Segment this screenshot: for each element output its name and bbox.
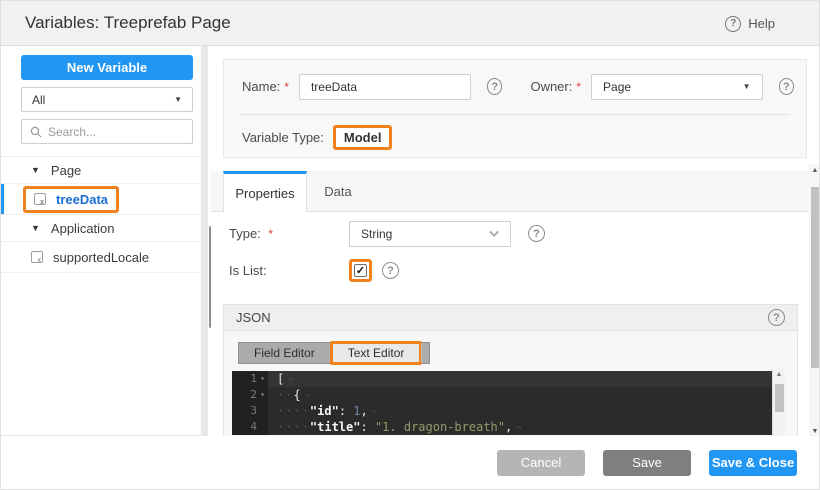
annotation-box-is-list <box>349 259 372 282</box>
eol-marker: ¬ <box>515 423 521 434</box>
variable-basic-panel: Name: * Owner: * Page Variable Type: Mod… <box>223 59 807 158</box>
fold-icon[interactable] <box>257 371 268 387</box>
editor-scrollbar-thumb[interactable] <box>775 384 784 412</box>
save-button[interactable]: Save <box>603 450 691 476</box>
tree-item-treedata[interactable]: treeData <box>1 184 201 215</box>
help-label: Help <box>748 16 775 31</box>
field-editor-button[interactable]: Field Editor <box>239 343 331 363</box>
variable-type-row: Variable Type: Model <box>242 125 392 150</box>
chevron-down-icon <box>174 95 182 104</box>
code-line: 4 ····"title": "1. dragon-breath",¬ <box>232 419 772 435</box>
cancel-button[interactable]: Cancel <box>497 450 585 476</box>
tree-group-page[interactable]: Page <box>1 157 201 184</box>
help-button[interactable]: Help <box>725 1 775 46</box>
variable-filter-select[interactable]: All <box>21 87 193 112</box>
required-marker: * <box>284 80 289 94</box>
dialog-title: Variables: Treeprefab Page <box>25 13 231 33</box>
json-help-icon[interactable] <box>768 309 785 326</box>
variables-sidebar: New Variable All Page treeData <box>1 46 201 436</box>
json-panel-header: JSON <box>224 305 797 331</box>
tree-item-supportedlocale[interactable]: supportedLocale <box>1 242 201 273</box>
eol-marker: ¬ <box>371 407 377 418</box>
annotation-box-treedata: treeData <box>23 186 119 213</box>
json-panel: JSON Field Editor Text Editor 1 [¬ 2 ··{… <box>223 304 798 438</box>
line-number: 2 <box>250 387 257 403</box>
editor-mode-toggle: Field Editor Text Editor <box>238 342 430 364</box>
content-scrollbar-thumb[interactable] <box>811 187 819 368</box>
tree-item-label: treeData <box>56 192 108 207</box>
is-list-label: Is List: <box>229 263 349 278</box>
content-scrollbar[interactable] <box>809 164 820 438</box>
tab-properties[interactable]: Properties <box>223 171 307 212</box>
owner-select[interactable]: Page <box>591 74 762 100</box>
is-list-checkbox[interactable] <box>354 264 367 277</box>
json-panel-title: JSON <box>236 310 271 325</box>
panel-divider <box>240 114 790 115</box>
eol-marker: ¬ <box>304 391 310 402</box>
code-line: 2 ··{¬ <box>232 387 772 403</box>
owner-help-icon[interactable] <box>779 78 794 95</box>
line-number: 4 <box>250 419 257 435</box>
search-input[interactable] <box>48 125 184 139</box>
chevron-down-icon <box>743 82 751 91</box>
filter-selected-value: All <box>32 93 45 107</box>
variables-tree: Page treeData Application supportedLocal… <box>1 156 201 273</box>
toggle-edge <box>421 343 429 363</box>
model-variable-icon <box>31 251 43 263</box>
type-select[interactable]: String <box>349 221 511 247</box>
chevron-down-icon <box>489 227 499 237</box>
tree-group-label: Page <box>51 163 81 178</box>
save-and-close-button[interactable]: Save & Close <box>709 450 797 476</box>
annotation-box-text-editor: Text Editor <box>330 341 423 365</box>
search-icon <box>30 126 42 138</box>
tab-bar: Properties Data <box>211 171 809 212</box>
required-marker: * <box>576 80 581 94</box>
tab-data[interactable]: Data <box>307 171 369 212</box>
annotation-box-model: Model <box>333 125 393 150</box>
sidebar-divider <box>201 46 208 436</box>
line-number: 1 <box>250 371 257 387</box>
scroll-down-icon[interactable] <box>809 428 820 435</box>
variables-dialog: Variables: Treeprefab Page Help New Vari… <box>0 0 820 490</box>
tree-collapse-icon[interactable] <box>31 223 40 233</box>
dialog-footer: Cancel Save Save & Close <box>1 436 819 489</box>
owner-label: Owner: <box>530 79 572 94</box>
variable-type-label: Variable Type: <box>242 130 324 145</box>
tree-item-label: supportedLocale <box>53 250 149 265</box>
scroll-up-icon[interactable] <box>809 167 820 174</box>
json-code-editor[interactable]: 1 [¬ 2 ··{¬ 3 ····"id": 1,¬ 4 ····"title… <box>232 369 772 438</box>
text-editor-button[interactable]: Text Editor <box>333 346 420 360</box>
eol-marker: ¬ <box>287 375 293 386</box>
editor-scrollbar[interactable] <box>772 369 785 438</box>
tree-collapse-icon[interactable] <box>31 165 40 175</box>
owner-selected-value: Page <box>603 80 631 94</box>
name-field[interactable] <box>299 74 471 100</box>
new-variable-button[interactable]: New Variable <box>21 55 193 80</box>
selected-indicator <box>1 184 4 214</box>
titlebar: Variables: Treeprefab Page Help <box>1 1 819 46</box>
variable-search[interactable] <box>21 119 193 144</box>
code-line: 3 ····"id": 1,¬ <box>232 403 772 419</box>
model-variable-icon <box>34 193 46 205</box>
is-list-row: Is List: <box>229 257 779 284</box>
type-help-icon[interactable] <box>528 225 545 242</box>
type-row: Type: * String <box>229 220 779 247</box>
is-list-help-icon[interactable] <box>382 262 399 279</box>
line-number: 3 <box>250 403 257 419</box>
tree-group-application[interactable]: Application <box>1 215 201 242</box>
fold-icon[interactable] <box>257 387 268 403</box>
type-label: Type: * <box>229 226 349 241</box>
name-help-icon[interactable] <box>487 78 502 95</box>
type-selected-value: String <box>361 227 392 241</box>
name-label: Name: <box>242 79 280 94</box>
code-line: 1 [¬ <box>232 369 772 387</box>
tree-group-label: Application <box>51 221 115 236</box>
name-owner-row: Name: * Owner: * Page <box>242 73 794 100</box>
properties-tab-content: Type: * String Is List: JSON Field Edito… <box>211 212 809 438</box>
required-marker: * <box>268 227 273 241</box>
help-icon <box>725 16 741 32</box>
scroll-up-icon[interactable] <box>773 371 785 378</box>
